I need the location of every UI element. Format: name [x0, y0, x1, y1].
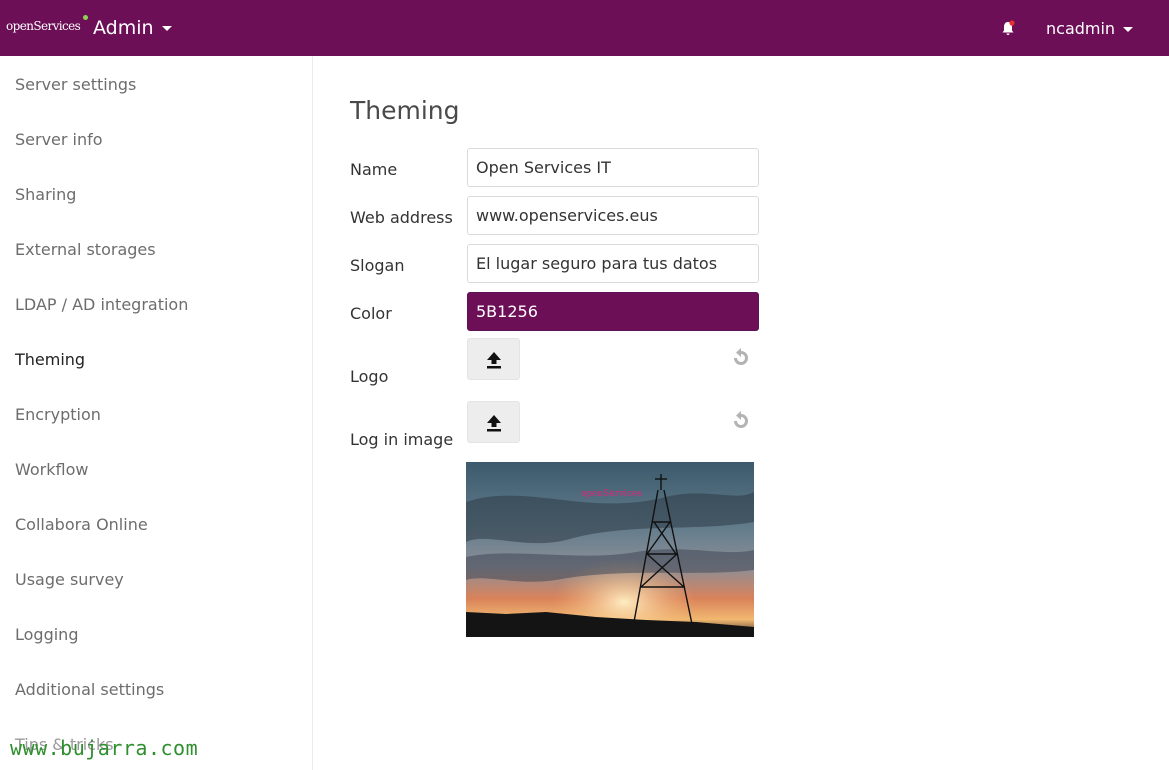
sidebar-item-theming[interactable]: Theming	[15, 350, 85, 369]
reset-login-image-icon[interactable]	[731, 411, 751, 431]
web-address-input[interactable]	[467, 196, 759, 235]
logo-label: Logo	[350, 367, 389, 386]
color-label: Color	[350, 304, 392, 323]
app-menu-label: Admin	[93, 17, 154, 39]
app-menu-button[interactable]: Admin	[93, 17, 172, 39]
upload-logo-button[interactable]	[467, 338, 520, 380]
slogan-input[interactable]	[467, 244, 759, 283]
sidebar-item-server-settings[interactable]: Server settings	[15, 75, 136, 94]
name-input[interactable]	[467, 148, 759, 187]
app-logo[interactable]: openServices	[6, 15, 88, 33]
sidebar-item-ldap-ad-integration[interactable]: LDAP / AD integration	[15, 295, 188, 314]
color-picker-input[interactable]: 5B1256	[467, 292, 759, 331]
sidebar-item-external-storages[interactable]: External storages	[15, 240, 156, 259]
slogan-label: Slogan	[350, 256, 405, 275]
top-header: openServices Admin ncadmin	[0, 0, 1169, 56]
preview-logo-text: openServices	[581, 489, 642, 499]
user-menu-button[interactable]: ncadmin	[1046, 19, 1134, 38]
chevron-down-icon	[161, 26, 172, 31]
logo-text: openServices	[6, 19, 81, 33]
chevron-down-icon	[1123, 27, 1134, 32]
name-label: Name	[350, 160, 398, 179]
settings-sidebar: Server settings Server info Sharing Exte…	[0, 56, 313, 770]
sidebar-item-logging[interactable]: Logging	[15, 625, 78, 644]
watermark-text: www.bujarra.com	[10, 736, 199, 760]
sidebar-item-additional-settings[interactable]: Additional settings	[15, 680, 164, 699]
login-image-label: Log in image	[350, 430, 454, 449]
web-address-label: Web address	[350, 208, 453, 227]
reset-logo-icon[interactable]	[731, 348, 751, 368]
sidebar-item-usage-survey[interactable]: Usage survey	[15, 570, 124, 589]
sidebar-item-encryption[interactable]: Encryption	[15, 405, 101, 424]
upload-login-image-button[interactable]	[467, 401, 520, 443]
bell-icon[interactable]	[1000, 20, 1016, 38]
login-image-preview: openServices	[466, 462, 754, 637]
upload-icon	[487, 352, 501, 369]
logo-dot	[83, 15, 88, 20]
sidebar-item-server-info[interactable]: Server info	[15, 130, 103, 149]
page-title: Theming	[350, 96, 460, 125]
user-name: ncadmin	[1046, 19, 1116, 38]
sidebar-item-sharing[interactable]: Sharing	[15, 185, 76, 204]
sidebar-item-workflow[interactable]: Workflow	[15, 460, 88, 479]
upload-icon	[487, 415, 501, 432]
sidebar-item-collabora-online[interactable]: Collabora Online	[15, 515, 148, 534]
